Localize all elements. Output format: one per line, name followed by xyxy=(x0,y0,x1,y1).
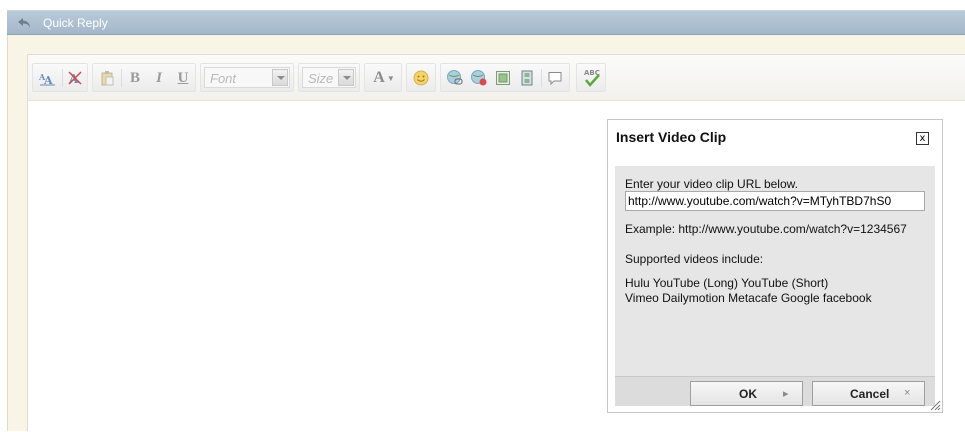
editor-toolbar: A A A xyxy=(28,55,965,101)
quick-reply-header[interactable]: Quick Reply xyxy=(7,10,965,35)
chevron-down-icon[interactable] xyxy=(338,69,354,86)
paste-icon xyxy=(101,71,114,86)
paste-button[interactable] xyxy=(97,68,117,88)
spellcheck-icon: ABC xyxy=(584,69,600,87)
smilies-button[interactable] xyxy=(411,68,431,88)
dialog-footer: OK ▸ Cancel × xyxy=(615,376,935,406)
toolbar-group-insert xyxy=(440,63,570,92)
header-title: Quick Reply xyxy=(43,16,108,30)
dialog-title: Insert Video Clip xyxy=(616,129,727,145)
remove-format-button[interactable]: A xyxy=(65,68,85,88)
toolbar-group-smilies xyxy=(406,63,436,92)
remove-format-icon: A xyxy=(68,71,82,86)
film-strip-icon xyxy=(521,70,533,86)
italic-button[interactable]: I xyxy=(149,68,169,88)
supported-videos-line: Hulu YouTube (Long) YouTube (Short) xyxy=(625,276,829,290)
cancel-button[interactable]: Cancel × xyxy=(812,381,925,406)
ok-button[interactable]: OK ▸ xyxy=(690,381,803,406)
font-family-select[interactable]: Font xyxy=(204,67,290,88)
chevron-down-icon[interactable] xyxy=(272,69,288,86)
insert-video-dialog: Insert Video Clip x Enter your video cli… xyxy=(607,119,943,413)
font-color-label: A xyxy=(373,69,385,86)
toolbar-group-style: B I U xyxy=(92,63,196,92)
cancel-button-label: Cancel xyxy=(850,387,890,401)
video-url-input[interactable] xyxy=(625,191,925,211)
svg-text:A: A xyxy=(43,74,53,86)
quote-button[interactable] xyxy=(545,68,565,88)
toolbar-group-size: Size xyxy=(298,63,360,92)
dialog-body: Enter your video clip URL below. Example… xyxy=(615,166,935,376)
ok-button-label: OK xyxy=(739,387,757,401)
supported-videos-line: Vimeo Dailymotion Metacafe Google facebo… xyxy=(625,291,872,305)
image-icon xyxy=(496,71,510,85)
insert-video-button[interactable] xyxy=(517,68,537,88)
toolbar-group-font: Font xyxy=(200,63,294,92)
resize-grip-icon[interactable] xyxy=(929,399,941,411)
reply-arrow-icon xyxy=(18,18,30,28)
toolbar-separator xyxy=(62,69,63,87)
play-arrow-icon: ▸ xyxy=(783,388,789,400)
spellcheck-button[interactable]: ABC xyxy=(581,68,603,88)
remove-link-button[interactable] xyxy=(469,68,489,88)
example-url-text: Example: http://www.youtube.com/watch?v=… xyxy=(625,222,907,236)
wysiwyg-toggle-button[interactable]: A A xyxy=(37,68,57,88)
text-format-icon: A A xyxy=(38,72,55,86)
supported-videos-title: Supported videos include: xyxy=(625,252,764,266)
toolbar-separator xyxy=(121,69,122,87)
chevron-down-icon: ▼ xyxy=(386,73,395,83)
font-size-select[interactable]: Size xyxy=(302,67,356,88)
toolbar-group-spell: ABC xyxy=(576,63,606,92)
close-icon[interactable]: x xyxy=(916,132,929,145)
close-icon: × xyxy=(904,387,911,399)
underline-button[interactable]: U xyxy=(173,68,193,88)
unlink-globe-icon xyxy=(471,70,487,86)
toolbar-separator xyxy=(541,69,542,87)
toolbar-group-format: A A A xyxy=(32,63,88,92)
bold-button[interactable]: B xyxy=(125,68,145,88)
toolbar-group-color: A ▼ xyxy=(364,63,402,92)
link-globe-icon xyxy=(447,70,463,85)
speech-bubble-icon xyxy=(548,72,562,86)
font-color-button[interactable]: A ▼ xyxy=(371,68,397,88)
smiley-icon xyxy=(413,70,429,86)
font-size-placeholder: Size xyxy=(308,71,334,86)
insert-image-button[interactable] xyxy=(493,68,513,88)
insert-link-button[interactable] xyxy=(445,68,465,88)
font-family-placeholder: Font xyxy=(210,71,237,86)
url-label: Enter your video clip URL below. xyxy=(625,177,798,191)
